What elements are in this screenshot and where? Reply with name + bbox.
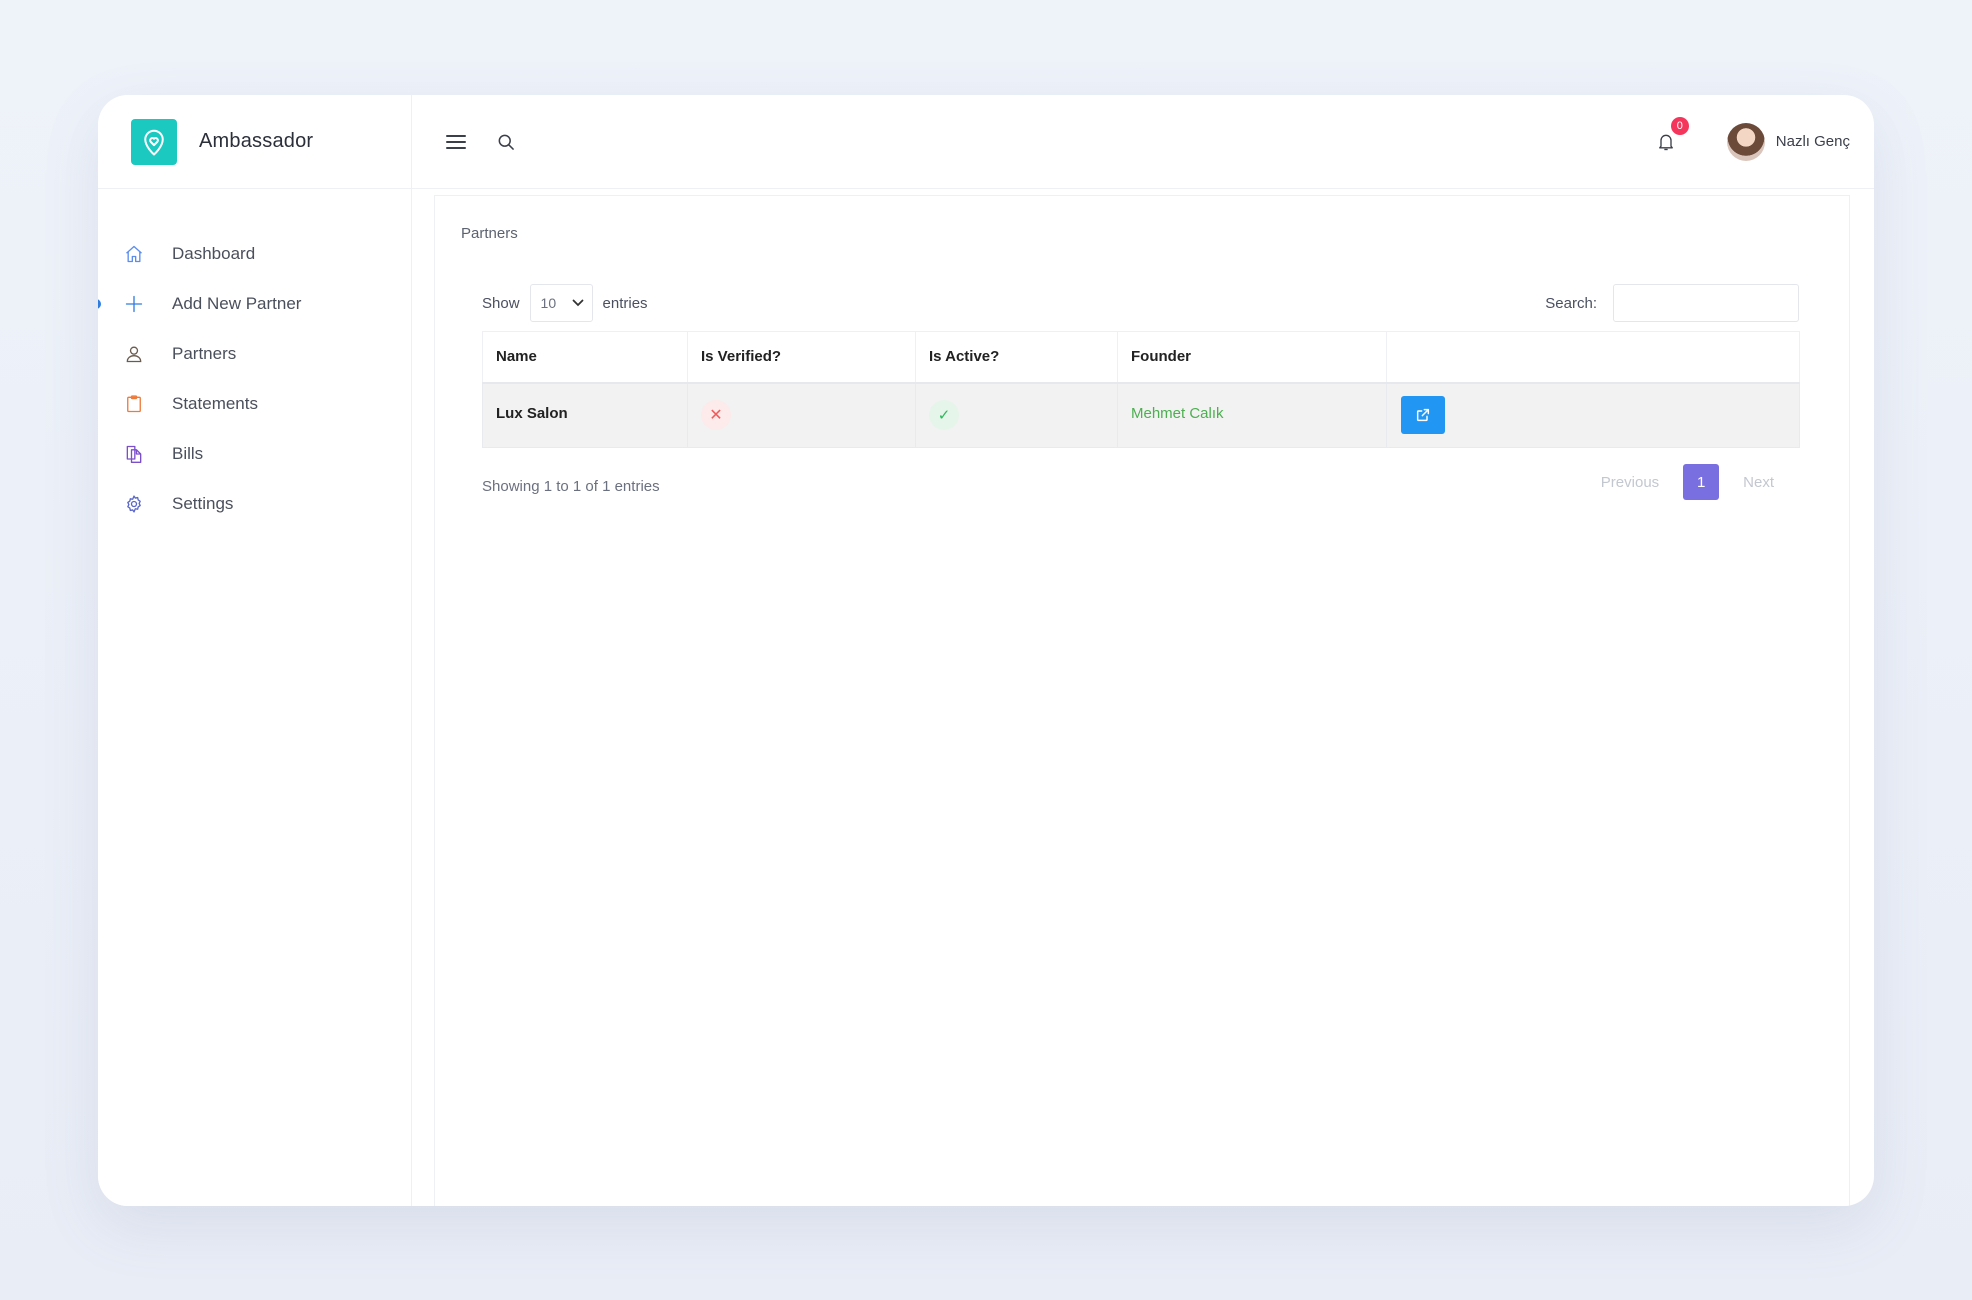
sidebar-item-label: Bills [172,444,204,463]
column-header-is-active[interactable]: Is Active? [915,331,1118,384]
search-icon[interactable] [494,130,518,154]
table-info: Showing 1 to 1 of 1 entries [482,478,660,495]
pagination: Previous 1 Next [1601,464,1774,500]
verified-cell: ✕ [687,382,916,448]
gear-icon [122,492,146,516]
app-name: Ambassador [199,130,314,152]
user-icon [122,342,146,366]
avatar [1726,122,1765,161]
user-name: Nazlı Genç [1775,133,1850,150]
sidebar-item-partners[interactable]: Partners [98,329,411,379]
page-title: Partners [461,225,518,242]
show-label: Show [482,294,520,312]
sidebar-item-label: Statements [172,394,258,413]
entries-label: entries [602,294,648,312]
partners-table: Name Is Verified? Is Active? Founder Lux… [482,331,1800,448]
sidebar-item-bills[interactable]: Bills [98,429,411,479]
active-indicator [98,299,101,309]
notifications-button[interactable]: 0 [1653,116,1689,155]
sidebar-nav: Dashboard Add New Partner Partners State… [98,189,411,529]
documents-icon [122,442,146,466]
previous-page-button[interactable]: Previous [1601,474,1659,491]
sidebar-item-statements[interactable]: Statements [98,379,411,429]
heart-pin-logo-icon [131,118,177,165]
clipboard-icon [122,392,146,416]
sidebar-item-label: Settings [172,494,234,513]
sidebar-item-label: Dashboard [172,244,256,263]
column-header-is-verified[interactable]: Is Verified? [687,331,916,384]
sidebar-item-settings[interactable]: Settings [98,479,411,529]
chevron-down-icon [572,299,583,307]
page-button-current[interactable]: 1 [1683,464,1720,500]
sidebar-item-label: Add New Partner [172,294,302,313]
home-icon [122,242,146,266]
open-partner-button[interactable] [1401,395,1445,434]
app-window: Ambassador Dashboard Add New Partner Par… [98,95,1874,1206]
notification-count-badge: 0 [1670,116,1689,135]
user-menu[interactable]: Nazlı Genç [1726,122,1850,161]
column-header-founder[interactable]: Founder [1117,331,1387,384]
search-input[interactable] [1613,284,1799,322]
next-page-button[interactable]: Next [1743,474,1774,491]
active-cell: ✓ [915,382,1118,448]
sidebar-item-label: Partners [172,344,237,363]
hamburger-menu-icon[interactable] [444,130,468,154]
sidebar-item-add-new-partner[interactable]: Add New Partner [98,279,411,329]
table-header-row: Name Is Verified? Is Active? Founder [482,331,1800,384]
table-search: Search: [1545,284,1799,322]
founder-link[interactable]: Mehmet Calık [1131,405,1224,422]
entries-per-page-value: 10 [540,295,557,311]
founder-cell: Mehmet Calık [1117,382,1387,448]
external-link-icon [1416,408,1430,421]
table-row: Lux Salon ✕ ✓ Mehmet Calık [482,382,1800,448]
search-label: Search: [1545,294,1597,312]
entries-per-page-select[interactable]: 10 [529,284,593,322]
check-icon: ✓ [929,399,959,430]
partner-name: Lux Salon [482,382,688,448]
actions-cell [1386,382,1800,448]
column-header-name[interactable]: Name [482,331,688,384]
close-icon: ✕ [701,399,731,430]
topbar: 0 Nazlı Genç [412,95,1874,189]
bell-icon [1658,134,1673,150]
plus-icon [122,292,146,316]
sidebar-item-dashboard[interactable]: Dashboard [98,229,411,279]
entries-length-control: Show 10 entries [482,284,648,322]
sidebar: Ambassador Dashboard Add New Partner Par… [98,95,412,1206]
column-header-actions [1386,331,1800,384]
partners-panel: Partners Show 10 entries Search: Name Is… [434,195,1850,1206]
brand[interactable]: Ambassador [98,95,411,189]
